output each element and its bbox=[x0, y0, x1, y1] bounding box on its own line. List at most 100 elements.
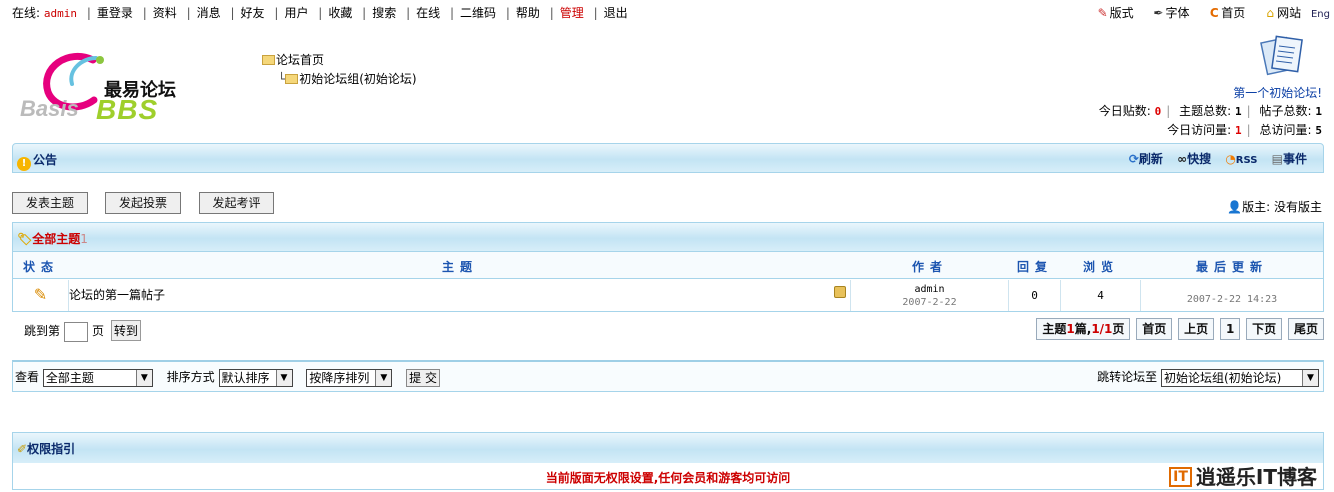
view-select[interactable]: 全部主题 ▼ bbox=[42, 368, 153, 387]
current-page[interactable]: 1 bbox=[1219, 318, 1241, 340]
forum-document-icon bbox=[1260, 35, 1303, 76]
next-page-button[interactable]: 下页 bbox=[1246, 318, 1283, 340]
home-link[interactable]: C 首页 bbox=[1207, 4, 1245, 21]
moderator-info: 👤版主: 没有版主 bbox=[1227, 200, 1322, 214]
top-tools: ✎ 版式 ✒ 字体 C 首页 ⌂ 网站 Eng bbox=[1082, 4, 1330, 21]
today-posts-value: 0 bbox=[1154, 105, 1162, 118]
font-switch[interactable]: ✒ 字体 bbox=[1151, 4, 1189, 21]
order-select[interactable]: 按降序排列 ▼ bbox=[306, 368, 393, 387]
first-page-button[interactable]: 首页 bbox=[1136, 318, 1173, 340]
nav-help[interactable]: 帮助 bbox=[516, 4, 540, 21]
blog-watermark: IT 逍遥乐IT博客 bbox=[1169, 461, 1317, 490]
posts-value: 1 bbox=[1315, 105, 1322, 118]
topic-subject-cell: 论坛的第一篇帖子 bbox=[69, 280, 851, 311]
notice-title[interactable]: ! 公告 bbox=[17, 151, 57, 171]
key-icon: ✐ bbox=[17, 442, 28, 456]
pagination: 主题1篇,1/1页 首页 上页 1 下页 尾页 bbox=[1034, 318, 1324, 340]
chevron-down-icon: ▼ bbox=[1302, 369, 1318, 386]
chevron-down-icon: ▼ bbox=[135, 369, 152, 386]
warning-icon: ! bbox=[17, 157, 31, 171]
forum-breadcrumb: 论坛首页 └ 初始论坛组(初始论坛) bbox=[262, 51, 417, 89]
page-summary: 主题1篇,1/1页 bbox=[1036, 318, 1131, 340]
rss-button[interactable]: ◔RSS bbox=[1225, 152, 1257, 166]
folder-icon bbox=[262, 55, 275, 65]
topic-last-update: 2007-2-22 14:23 bbox=[1186, 294, 1278, 305]
topic-list: 🏷全部主题1 状态 主题 作者 回复 浏览 最后更新 ✎ 论坛的第一篇帖子 ad… bbox=[12, 222, 1324, 312]
nav-users[interactable]: 用户 bbox=[284, 4, 308, 21]
page-number-input[interactable] bbox=[64, 321, 89, 342]
new-poll-button[interactable]: 发起投票 bbox=[105, 192, 181, 214]
page-jump: 跳到第页 转到 bbox=[24, 320, 141, 342]
username-link[interactable]: admin bbox=[44, 7, 77, 20]
permissions-title: ✐权限指引 bbox=[17, 442, 76, 456]
logo-bbs: BBS bbox=[96, 94, 159, 125]
nav-qrcode[interactable]: 二维码 bbox=[460, 4, 496, 21]
col-status[interactable]: 状态 bbox=[13, 258, 69, 275]
nav-favorites[interactable]: 收藏 bbox=[328, 4, 352, 21]
filter-bar: 查看 全部主题 ▼ 排序方式 默认排序 ▼ 按降序排列 ▼ 提 交 跳转论坛至 初始论… bbox=[12, 360, 1324, 392]
brush-icon: ✎ bbox=[1097, 6, 1108, 20]
user-icon: 👤 bbox=[1227, 200, 1243, 214]
refresh-button[interactable]: ⟳刷新 bbox=[1129, 152, 1163, 166]
topic-author-link[interactable]: admin bbox=[851, 283, 1008, 296]
quick-search-button[interactable]: ∞快搜 bbox=[1177, 152, 1211, 166]
breadcrumb-root[interactable]: 论坛首页 bbox=[276, 53, 324, 67]
permissions-header: ✐权限指引 bbox=[13, 433, 1323, 463]
new-review-button[interactable]: 发起考评 bbox=[199, 192, 274, 214]
nav-admin[interactable]: 管理 bbox=[560, 4, 584, 21]
tag-icon: 🏷 bbox=[17, 232, 33, 246]
refresh-icon: ⟳ bbox=[1128, 152, 1139, 166]
style-switch[interactable]: ✎ 版式 bbox=[1096, 4, 1134, 21]
col-subject[interactable]: 主题 bbox=[69, 258, 851, 275]
today-visits-value: 1 bbox=[1235, 124, 1242, 137]
jump-forum-label: 跳转论坛至 bbox=[1097, 370, 1158, 384]
submit-button[interactable]: 提 交 bbox=[406, 368, 441, 387]
topic-columns: 状态 主题 作者 回复 浏览 最后更新 bbox=[13, 251, 1323, 279]
forum-logo[interactable]: 最易论坛 Basis BBS bbox=[18, 44, 198, 125]
last-page-button[interactable]: 尾页 bbox=[1287, 318, 1324, 340]
total-visits-value: 5 bbox=[1315, 124, 1322, 137]
notice-bar: ! 公告 ⟳刷新 ∞快搜 ◔RSS ▤事件 bbox=[12, 143, 1324, 173]
sort-select[interactable]: 默认排序 ▼ bbox=[218, 368, 293, 387]
logo-basis: Basis bbox=[20, 96, 79, 121]
topic-date: 2007-2-22 bbox=[902, 297, 957, 308]
nav-relogin[interactable]: 重登录 bbox=[97, 4, 133, 21]
rss-icon: ◔ bbox=[1225, 152, 1236, 166]
col-replies[interactable]: 回复 bbox=[1009, 258, 1061, 275]
font-icon: ✒ bbox=[1153, 6, 1164, 20]
folder-open-icon bbox=[285, 74, 299, 84]
topics-value: 1 bbox=[1235, 105, 1242, 118]
topic-author-cell: admin 2007-2-22 bbox=[851, 280, 1009, 311]
jump-forum-select[interactable]: 初始论坛组(初始论坛) ▼ bbox=[1161, 368, 1319, 387]
binoculars-icon: ∞ bbox=[1177, 152, 1188, 166]
prev-page-button[interactable]: 上页 bbox=[1178, 318, 1215, 340]
nav-messages[interactable]: 消息 bbox=[197, 4, 221, 21]
col-last-update[interactable]: 最后更新 bbox=[1141, 258, 1323, 275]
topic-subject-link[interactable]: 论坛的第一篇帖子 bbox=[69, 288, 165, 302]
forum-name: 第一个初始论坛! bbox=[1233, 86, 1322, 100]
col-views[interactable]: 浏览 bbox=[1061, 258, 1141, 275]
chevron-down-icon: ▼ bbox=[375, 369, 392, 386]
go-button[interactable]: 转到 bbox=[110, 320, 141, 341]
table-row[interactable]: ✎ 论坛的第一篇帖子 admin 2007-2-22 0 4 2007-2-22… bbox=[13, 280, 1323, 311]
sort-label: 排序方式 bbox=[166, 370, 215, 384]
home-icon: C bbox=[1209, 6, 1219, 20]
all-topics-title[interactable]: 🏷全部主题1 bbox=[17, 230, 88, 247]
site-link[interactable]: ⌂ 网站 bbox=[1263, 4, 1301, 21]
col-author[interactable]: 作者 bbox=[851, 258, 1009, 275]
nav-logout[interactable]: 退出 bbox=[604, 4, 628, 21]
online-label: 在线: bbox=[12, 6, 41, 20]
nav-search[interactable]: 搜索 bbox=[372, 4, 396, 21]
it-logo-icon: IT bbox=[1169, 467, 1192, 487]
nav-online[interactable]: 在线 bbox=[416, 4, 440, 21]
events-button[interactable]: ▤事件 bbox=[1272, 152, 1307, 166]
permissions-message: 当前版面无权限设置,任何会员和游客均可访问 bbox=[545, 471, 791, 485]
nav-profile[interactable]: 资料 bbox=[153, 4, 177, 21]
view-label: 查看 bbox=[15, 370, 40, 384]
new-topic-button[interactable]: 发表主题 bbox=[12, 192, 88, 214]
forum-stats: 第一个初始论坛! 今日贴数: 0 | 主题总数: 1 | 帖子总数: 1 今日访问量… bbox=[1098, 86, 1322, 137]
nav-friends[interactable]: 好友 bbox=[241, 4, 265, 21]
house-icon: ⌂ bbox=[1266, 6, 1274, 20]
breadcrumb-forum[interactable]: 初始论坛组(初始论坛) bbox=[299, 72, 416, 86]
english-link[interactable]: Eng bbox=[1311, 9, 1330, 20]
